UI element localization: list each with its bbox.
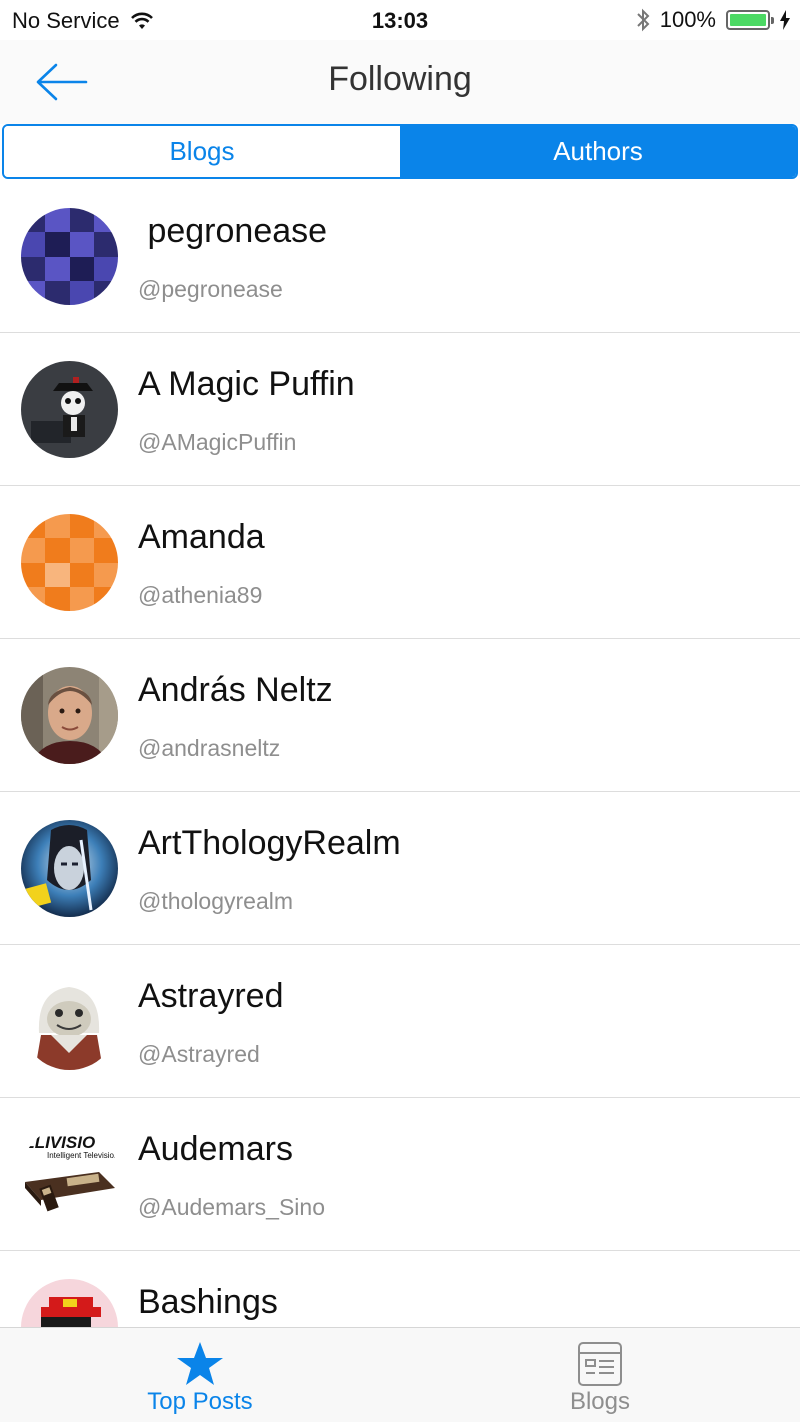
list-item[interactable]: A Magic Puffin @AMagicPuffin [0,333,800,486]
author-name: A Magic Puffin [138,365,355,403]
avatar [21,361,118,458]
tab-bar: Top Posts Blogs [0,1327,800,1422]
avatar [21,820,118,917]
tab-top-posts[interactable]: Top Posts [0,1328,400,1422]
segmented-control: Blogs Authors [2,124,798,179]
tab-top-posts-label: Top Posts [147,1388,253,1415]
tab-blogs-label: Blogs [569,1388,631,1415]
author-handle: @athenia89 [138,582,263,608]
avatar: ELLIVISIO Intelligent Television [21,1126,118,1223]
star-icon [177,1342,223,1385]
list-item[interactable]: Bashings [0,1251,800,1327]
avatar [21,1279,118,1327]
page-title: Following [328,60,472,98]
list-item[interactable]: Astrayred @Astrayred [0,945,800,1098]
battery-icon [726,10,774,30]
author-name: Amanda [138,518,265,556]
list-item[interactable]: ArtThologyRealm @thologyrealm [0,792,800,945]
author-handle: @Audemars_Sino [138,1194,325,1220]
author-handle: @Astrayred [138,1041,260,1067]
battery-percent: 100% [659,7,716,32]
navigation-bar: Following [0,40,800,124]
author-handle: @pegronease [138,276,283,302]
author-name: András Neltz [138,671,333,709]
author-name: Audemars [138,1130,293,1168]
author-handle: @AMagicPuffin [138,429,297,455]
status-bar: No Service 13:03 100% [0,0,800,40]
avatar [21,667,118,764]
author-name: ArtThologyRealm [138,824,401,862]
intellivision-sub-text: Intelligent Television [47,1151,118,1160]
author-handle: @andrasneltz [138,735,281,761]
list-item[interactable]: Amanda @athenia89 [0,486,800,639]
list-item[interactable]: ELLIVISIO Intelligent Television Audemar… [0,1098,800,1251]
tab-blogs[interactable]: Blogs [400,1328,800,1422]
author-name: Bashings [138,1283,278,1321]
author-name: pegronease [138,212,328,250]
intellivision-logo-text: ELLIVISIO [21,1133,95,1152]
author-name: Astrayred [138,977,284,1015]
authors-list: pegronease @pegronease A Magic Puffin @A… [0,180,800,1327]
list-item[interactable]: András Neltz @andrasneltz [0,639,800,792]
status-right: 100% [636,7,790,33]
battery-fill [730,14,766,26]
segment-authors[interactable]: Authors [400,126,796,177]
avatar [21,514,118,611]
list-item[interactable]: pegronease @pegronease [0,180,800,333]
author-handle: @thologyrealm [138,888,294,914]
bluetooth-icon [637,8,650,32]
charging-icon [780,10,790,30]
segment-blogs[interactable]: Blogs [4,126,400,177]
blogs-icon [578,1342,622,1386]
avatar [21,208,118,305]
avatar [21,973,118,1070]
